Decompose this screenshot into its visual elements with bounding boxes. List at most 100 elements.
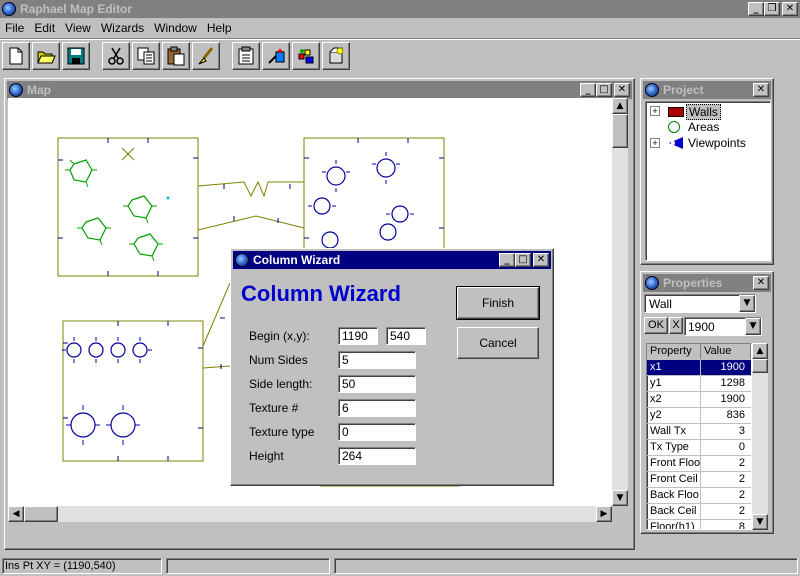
- grid-rows: x1 1900 y1 1298 x2 1900 y2 836 Wall Tx 3 Tx Type 0 F…: [647, 360, 751, 529]
- begin-x-input[interactable]: 1190: [338, 327, 378, 345]
- property-row[interactable]: Floor(h1) 8: [647, 520, 751, 529]
- object-type-value: Wall: [649, 297, 672, 311]
- map-hscrollbar[interactable]: ◀ ▶: [8, 506, 612, 522]
- map-maximize-button[interactable]: □: [596, 83, 612, 97]
- chevron-down-icon[interactable]: ▼: [739, 295, 755, 312]
- property-name: Floor(h1): [647, 520, 701, 529]
- wizard-close-button[interactable]: ✕: [533, 253, 549, 267]
- menu-edit[interactable]: Edit: [29, 21, 60, 35]
- properties-close-button[interactable]: ✕: [753, 276, 769, 290]
- map-scroll-down-arrow-icon[interactable]: ▼: [612, 490, 628, 506]
- wizard-icon: [268, 48, 285, 64]
- map-close-button[interactable]: ✕: [614, 83, 630, 97]
- property-value[interactable]: 8: [701, 520, 751, 529]
- prop-scroll-down-arrow-icon[interactable]: ▼: [752, 514, 768, 530]
- property-value[interactable]: 1298: [701, 376, 751, 391]
- texture-type-input[interactable]: 0: [338, 423, 416, 441]
- wizard-button[interactable]: [262, 42, 290, 70]
- property-value[interactable]: 1900: [701, 392, 751, 407]
- prop-scroll-thumb[interactable]: [752, 359, 768, 373]
- build-icon: [298, 49, 314, 64]
- paste-button[interactable]: [162, 42, 190, 70]
- map-minimize-button[interactable]: _: [580, 83, 596, 97]
- restore-button[interactable]: ❐: [764, 2, 780, 16]
- property-value[interactable]: 836: [701, 408, 751, 423]
- property-row[interactable]: y1 1298: [647, 376, 751, 392]
- begin-y-input[interactable]: 540: [386, 327, 426, 345]
- cancel-button[interactable]: Cancel: [457, 327, 539, 359]
- property-row[interactable]: x2 1900: [647, 392, 751, 408]
- new-button[interactable]: [2, 42, 30, 70]
- project-tree: + Walls Areas + Viewpoints: [645, 101, 771, 261]
- num-sides-input[interactable]: 5: [338, 351, 416, 369]
- menu-window[interactable]: Window: [149, 21, 202, 35]
- property-row[interactable]: Wall Tx 3: [647, 424, 751, 440]
- map-hscroll-thumb[interactable]: [24, 506, 58, 522]
- value-input[interactable]: 1900 ▼: [684, 317, 762, 336]
- tree-item-walls[interactable]: Walls: [686, 104, 721, 120]
- texture-type-label: Texture type: [249, 425, 315, 439]
- tree-item-viewpoints[interactable]: Viewpoints: [688, 136, 746, 150]
- copy-button[interactable]: [132, 42, 160, 70]
- status-pane-2: [166, 558, 330, 574]
- height-input[interactable]: 264: [338, 447, 416, 465]
- project-panel: Project ✕ + Walls Areas + Viewpoints: [640, 78, 774, 265]
- open-button[interactable]: [32, 42, 60, 70]
- side-length-label: Side length:: [249, 377, 313, 391]
- viewpoints-expand-icon[interactable]: +: [650, 138, 660, 148]
- properties-button[interactable]: [232, 42, 260, 70]
- cancel-x-button[interactable]: X: [669, 317, 683, 334]
- property-value[interactable]: 2: [701, 488, 751, 503]
- tree-item-areas[interactable]: Areas: [688, 120, 719, 134]
- minimize-button[interactable]: _: [748, 2, 764, 16]
- property-row[interactable]: Back Floo 2: [647, 488, 751, 504]
- property-row[interactable]: y2 836: [647, 408, 751, 424]
- texture-input[interactable]: 6: [338, 399, 416, 417]
- property-row[interactable]: Front Ceil 2: [647, 472, 751, 488]
- properties-vscrollbar[interactable]: ▲ ▼: [752, 343, 768, 530]
- map-scroll-left-arrow-icon[interactable]: ◀: [8, 506, 24, 522]
- begin-label: Begin (x,y):: [249, 329, 310, 343]
- properties-grid: Property Value x1 1900 y1 1298 x2 1900 y2 836 Wa…: [646, 343, 752, 530]
- property-value[interactable]: 2: [701, 504, 751, 519]
- new-file-icon: [9, 47, 23, 65]
- build-button[interactable]: [292, 42, 320, 70]
- menu-wizards[interactable]: Wizards: [96, 21, 149, 35]
- map-vscrollbar[interactable]: ▲ ▼: [612, 98, 628, 506]
- menu-file[interactable]: File: [0, 21, 29, 35]
- walls-expand-icon[interactable]: +: [650, 106, 660, 116]
- object-type-select[interactable]: Wall ▼: [644, 294, 756, 313]
- property-value[interactable]: 1900: [701, 360, 751, 375]
- property-row[interactable]: Back Ceil 2: [647, 504, 751, 520]
- map-scroll-up-arrow-icon[interactable]: ▲: [612, 98, 628, 114]
- value-dropdown-chevron-icon[interactable]: ▼: [745, 318, 761, 335]
- walls-icon: [668, 107, 684, 117]
- property-value[interactable]: 2: [701, 456, 751, 471]
- menu-help[interactable]: Help: [202, 21, 237, 35]
- map-scroll-right-arrow-icon[interactable]: ▶: [596, 506, 612, 522]
- property-row[interactable]: x1 1900: [647, 360, 751, 376]
- ok-button[interactable]: OK: [644, 317, 668, 334]
- menu-view[interactable]: View: [60, 21, 96, 35]
- project-close-button[interactable]: ✕: [753, 83, 769, 97]
- project-title: Project: [663, 83, 704, 97]
- property-value[interactable]: 3: [701, 424, 751, 439]
- map-vscroll-thumb[interactable]: [612, 114, 628, 148]
- property-value[interactable]: 2: [701, 472, 751, 487]
- property-row[interactable]: Front Floo 2: [647, 456, 751, 472]
- finish-button[interactable]: Finish: [456, 286, 540, 320]
- property-value[interactable]: 0: [701, 440, 751, 455]
- prop-scroll-up-arrow-icon[interactable]: ▲: [752, 343, 768, 359]
- brush-button[interactable]: [192, 42, 220, 70]
- project-titlebar: Project ✕: [643, 81, 771, 99]
- side-length-input[interactable]: 50: [338, 375, 416, 393]
- wizard-minimize-button[interactable]: _: [499, 253, 515, 267]
- wizard-maximize-button[interactable]: □: [515, 253, 531, 267]
- map-titlebar: Map _ □ ✕: [7, 81, 632, 99]
- close-button[interactable]: ✕: [782, 2, 798, 16]
- open-folder-icon: [37, 51, 56, 64]
- lightbulb-button[interactable]: [322, 42, 350, 70]
- cut-button[interactable]: [102, 42, 130, 70]
- property-row[interactable]: Tx Type 0: [647, 440, 751, 456]
- save-button[interactable]: [62, 42, 90, 70]
